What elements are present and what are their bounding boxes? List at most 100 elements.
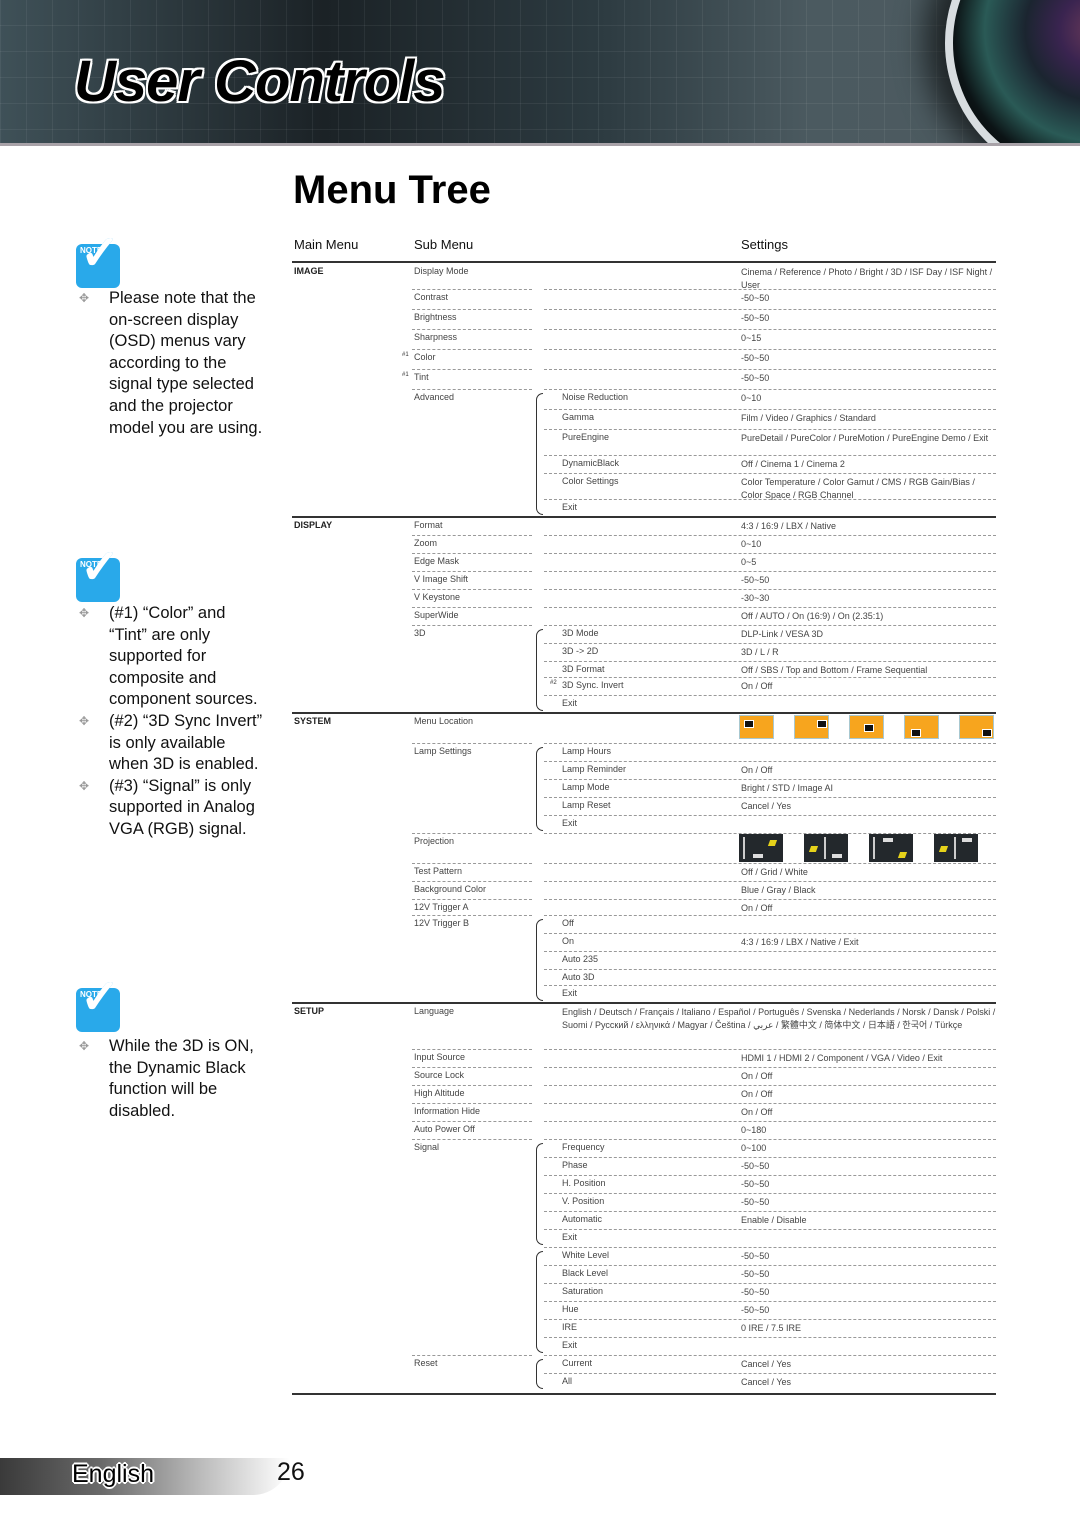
sub-menu-cell: V Image Shift: [414, 574, 469, 584]
sub-menu-cell: 12V Trigger B: [414, 918, 470, 928]
settings-cell: -50~50: [741, 313, 770, 323]
sub-menu-cell: Lamp Settings: [414, 746, 472, 756]
sub-sub-menu-cell: Exit: [562, 818, 578, 828]
settings-cell: -50~50: [741, 1161, 770, 1171]
menu-tree-table: Main Menu Sub Menu Settings IMAGE Display…: [292, 233, 996, 1395]
table-row: Information Hide On / Off: [292, 1103, 996, 1121]
table-row: Saturation -50~50: [292, 1283, 996, 1301]
table-row: Source Lock On / Off: [292, 1067, 996, 1085]
settings-cell: Cancel / Yes: [741, 801, 792, 811]
submenu-bracket: [536, 629, 543, 711]
sub-menu-cell: Input Source: [414, 1052, 466, 1062]
menu-location-icon[interactable]: [739, 715, 774, 739]
projection-mode-icon[interactable]: [869, 834, 913, 862]
projection-mode-icon[interactable]: [934, 834, 978, 862]
sub-menu-cell: Format: [414, 520, 443, 530]
table-row: SuperWide Off / AUTO / On (16:9) / On (2.…: [292, 607, 996, 625]
settings-cell: On / Off: [741, 903, 773, 913]
table-row: Color -50~50 #1: [292, 349, 996, 369]
settings-cell: 0 IRE / 7.5 IRE: [741, 1323, 802, 1333]
table-row: All Cancel / Yes: [292, 1373, 996, 1391]
settings-cell: -50~50: [741, 1179, 770, 1189]
table-row: Lamp Settings Lamp Hours: [292, 743, 996, 761]
note-1: ✓ NOTE ✥ Please note that the on-screen di…: [76, 230, 266, 439]
settings-cell: DLP-Link / VESA 3D: [741, 629, 824, 639]
note-check-icon: ✓ NOTE: [76, 974, 122, 1032]
sub-menu-cell: 12V Trigger A: [414, 902, 469, 912]
settings-cell: Enable / Disable: [741, 1215, 807, 1225]
settings-cell: On / Off: [741, 765, 773, 775]
sub-sub-menu-cell: Automatic: [562, 1214, 603, 1224]
settings-cell: -50~50: [741, 293, 770, 303]
col-settings: Settings: [741, 237, 788, 252]
sub-sub-menu-cell: Exit: [562, 1340, 578, 1350]
table-row: Signal Frequency 0~100: [292, 1139, 996, 1157]
table-row: Phase -50~50: [292, 1157, 996, 1175]
settings-cell: On / Off: [741, 1071, 773, 1081]
settings-cell: Cancel / Yes: [741, 1359, 792, 1369]
sub-sub-menu-cell: Exit: [562, 1232, 578, 1242]
sub-sub-menu-cell: All: [562, 1376, 573, 1386]
sub-menu-cell: Brightness: [414, 312, 457, 322]
col-main-menu: Main Menu: [294, 237, 359, 252]
sub-menu-cell: Auto Power Off: [414, 1124, 475, 1134]
settings-cell: Off / SBS / Top and Bottom / Frame Seque…: [741, 665, 928, 675]
bullet-icon: ✥: [79, 606, 90, 620]
table-row: Background Color Blue / Gray / Black: [292, 881, 996, 899]
sub-sub-menu-cell: Auto 235: [562, 954, 599, 964]
table-row: SETUP Language English / Deutsch / Françai…: [292, 1003, 996, 1049]
menu-location-icon[interactable]: [904, 715, 939, 739]
note-2: ✓ NOTE ✥ (#1) “Color” and “Tint” are only …: [76, 544, 266, 841]
table-row: 12V Trigger B Off: [292, 915, 996, 933]
sub-sub-menu-cell: 3D Mode: [562, 628, 599, 638]
main-menu-cell: SYSTEM: [294, 716, 332, 726]
settings-cell: PureDetail / PureColor / PureMotion / Pu…: [741, 433, 989, 443]
settings-cell: -50~50: [741, 353, 770, 363]
table-row: Automatic Enable / Disable: [292, 1211, 996, 1229]
footnote-marker: #1: [402, 372, 409, 378]
menu-location-icon[interactable]: [794, 715, 829, 739]
settings-cell: Off / Cinema 1 / Cinema 2: [741, 459, 845, 469]
table-row: V. Position -50~50: [292, 1193, 996, 1211]
table-row: Lamp Reminder On / Off: [292, 761, 996, 779]
menu-location-icon[interactable]: [849, 715, 884, 739]
sub-menu-cell: 3D: [414, 628, 426, 638]
sub-sub-menu-cell: Frequency: [562, 1142, 605, 1152]
sub-menu-cell: Language: [414, 1006, 455, 1016]
table-row: Advanced Noise Reduction 0~10: [292, 389, 996, 409]
settings-cell: 0~10: [741, 393, 762, 403]
settings-cell: On / Off: [741, 1089, 773, 1099]
sub-sub-menu-cell: Noise Reduction: [562, 392, 629, 402]
menu-location-options: [739, 715, 1014, 739]
table-row: DISPLAY Format 4:3 / 16:9 / LBX / Native: [292, 517, 996, 535]
table-row: 12V Trigger A On / Off: [292, 899, 996, 915]
table-row: Exit: [292, 1337, 996, 1355]
table-row: Exit: [292, 815, 996, 833]
settings-cell: 0~15: [741, 333, 762, 343]
table-row: 3D 3D Mode DLP-Link / VESA 3D: [292, 625, 996, 643]
sub-sub-menu-cell: Off: [562, 918, 574, 928]
projection-mode-icon[interactable]: [739, 834, 783, 862]
sub-sub-menu-cell: Auto 3D: [562, 972, 595, 982]
note-item: ✥ (#1) “Color” and “Tint” are only suppor…: [79, 604, 258, 709]
sub-sub-menu-cell: Lamp Hours: [562, 746, 612, 756]
submenu-bracket: [536, 1359, 543, 1389]
settings-cell: English / Deutsch / Français / Italiano …: [562, 1007, 996, 1030]
submenu-bracket: [536, 919, 543, 1001]
settings-cell: -50~50: [741, 1197, 770, 1207]
note-item: ✥ (#3) “Signal” is only supported in Anal…: [79, 776, 255, 838]
menu-location-icon[interactable]: [959, 715, 994, 739]
sub-sub-menu-cell: Exit: [562, 502, 578, 512]
main-menu-cell: IMAGE: [294, 266, 324, 276]
projection-mode-icon[interactable]: [804, 834, 848, 862]
bullet-icon: ✥: [79, 291, 90, 305]
settings-cell: Cancel / Yes: [741, 1377, 792, 1387]
bullet-icon: ✥: [79, 713, 90, 728]
table-row: V Keystone -30~30: [292, 589, 996, 607]
submenu-bracket: [536, 393, 543, 515]
note-item: ✥ Please note that the on-screen display …: [79, 289, 263, 437]
note-item: ✥ (#2) “3D Sync Invert” is only available…: [79, 711, 263, 774]
table-row: High Altitude On / Off: [292, 1085, 996, 1103]
banner-divider: [0, 143, 1080, 146]
sub-sub-menu-cell: H. Position: [562, 1178, 606, 1188]
